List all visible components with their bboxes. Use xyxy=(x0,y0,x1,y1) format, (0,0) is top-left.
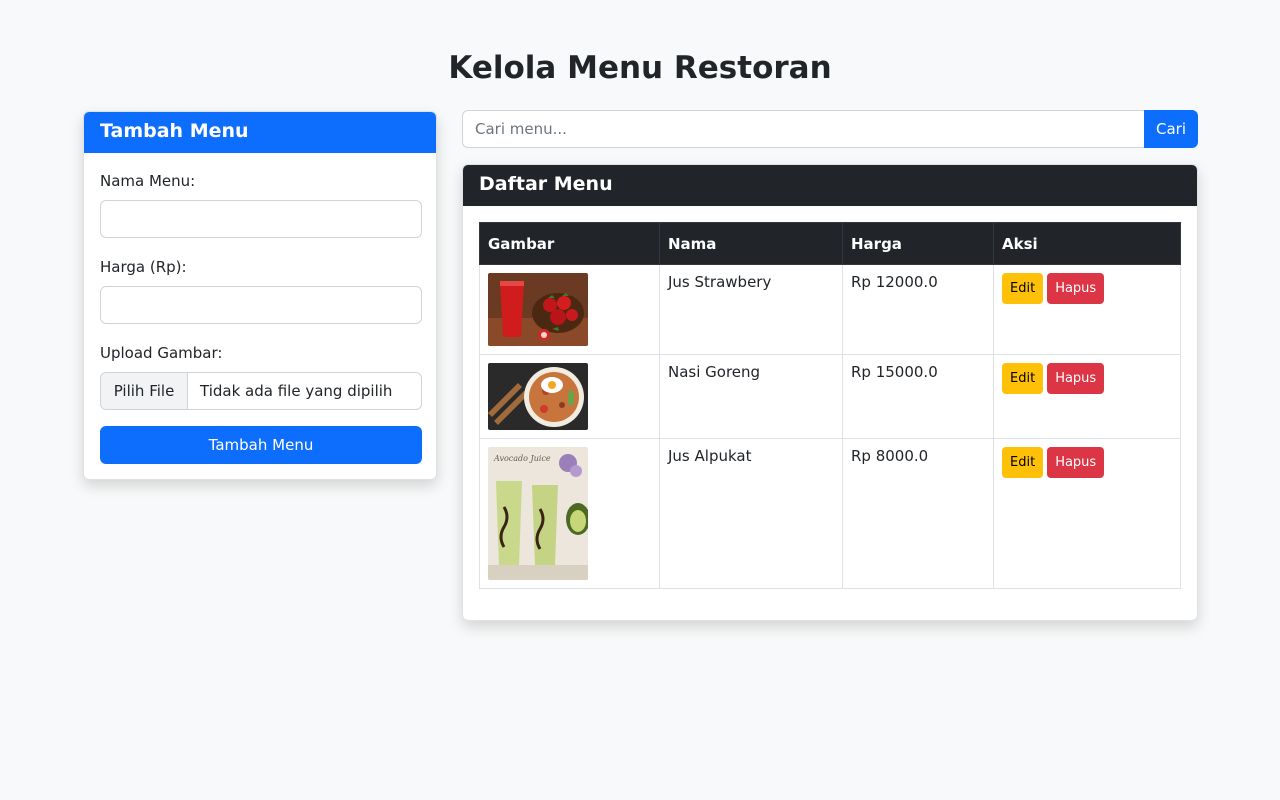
image-cell xyxy=(479,264,660,355)
choose-file-button[interactable]: Pilih File xyxy=(101,373,188,409)
table-row: Nasi Goreng Rp 15000.0 Edit Hapus xyxy=(479,354,1181,439)
image-cell: Avocado Juice xyxy=(479,438,660,589)
menu-price-text: Rp 12000.0 xyxy=(851,273,938,291)
menu-table: Gambar Nama Harga Aksi Jus Strawbery Rp … xyxy=(479,222,1181,589)
menu-name-input[interactable] xyxy=(100,200,422,238)
column-header-actions: Aksi xyxy=(993,222,1181,265)
menu-price-text: Rp 15000.0 xyxy=(851,363,938,381)
price-cell: Rp 8000.0 xyxy=(842,438,994,589)
delete-button[interactable]: Hapus xyxy=(1047,363,1105,394)
menu-name-label: Nama Menu: xyxy=(100,172,196,190)
column-header-image: Gambar xyxy=(479,222,660,265)
edit-button[interactable]: Edit xyxy=(1002,363,1044,394)
add-menu-card: Tambah Menu Nama Menu: Harga (Rp): Uploa… xyxy=(83,111,437,480)
search-input[interactable] xyxy=(462,110,1144,148)
column-header-name: Nama xyxy=(659,222,843,265)
name-cell: Nasi Goreng xyxy=(659,354,843,439)
actions-cell: Edit Hapus xyxy=(993,264,1181,355)
search-button[interactable]: Cari xyxy=(1144,110,1198,148)
price-cell: Rp 12000.0 xyxy=(842,264,994,355)
add-menu-card-header: Tambah Menu xyxy=(84,112,436,153)
menu-list-card: Daftar Menu Gambar Nama Harga Aksi Jus S… xyxy=(462,164,1198,621)
name-cell: Jus Strawbery xyxy=(659,264,843,355)
fried-rice-image xyxy=(488,363,588,430)
menu-price-text: Rp 8000.0 xyxy=(851,447,929,465)
menu-name-text: Jus Strawbery xyxy=(668,273,772,291)
image-cell xyxy=(479,354,660,439)
avocado-juice-image: Avocado Juice xyxy=(488,447,588,580)
column-header-price: Harga xyxy=(842,222,994,265)
menu-list-header: Daftar Menu xyxy=(463,165,1197,206)
edit-button[interactable]: Edit xyxy=(1002,447,1044,478)
actions-cell: Edit Hapus xyxy=(993,354,1181,439)
add-menu-button[interactable]: Tambah Menu xyxy=(100,426,422,464)
strawberry-juice-image xyxy=(488,273,588,346)
price-label: Harga (Rp): xyxy=(100,258,187,276)
price-input[interactable] xyxy=(100,286,422,324)
price-cell: Rp 15000.0 xyxy=(842,354,994,439)
name-cell: Jus Alpukat xyxy=(659,438,843,589)
table-row: Jus Strawbery Rp 12000.0 Edit Hapus xyxy=(479,264,1181,355)
avocado-juice-caption: Avocado Juice xyxy=(493,454,551,463)
delete-button[interactable]: Hapus xyxy=(1047,447,1105,478)
table-header-row: Gambar Nama Harga Aksi xyxy=(479,222,1181,265)
menu-name-text: Nasi Goreng xyxy=(668,363,761,381)
edit-button[interactable]: Edit xyxy=(1002,273,1044,304)
menu-name-text: Jus Alpukat xyxy=(668,447,752,465)
upload-image-label: Upload Gambar: xyxy=(100,344,223,362)
actions-cell: Edit Hapus xyxy=(993,438,1181,589)
image-file-input[interactable]: Pilih File Tidak ada file yang dipilih xyxy=(100,372,422,410)
search-bar: Cari xyxy=(462,110,1198,148)
delete-button[interactable]: Hapus xyxy=(1047,273,1105,304)
table-row: Avocado Juice Jus Alpukat Rp 8000.0 Edit… xyxy=(479,438,1181,589)
file-status-text: Tidak ada file yang dipilih xyxy=(200,382,393,400)
page-title: Kelola Menu Restoran xyxy=(448,50,832,86)
